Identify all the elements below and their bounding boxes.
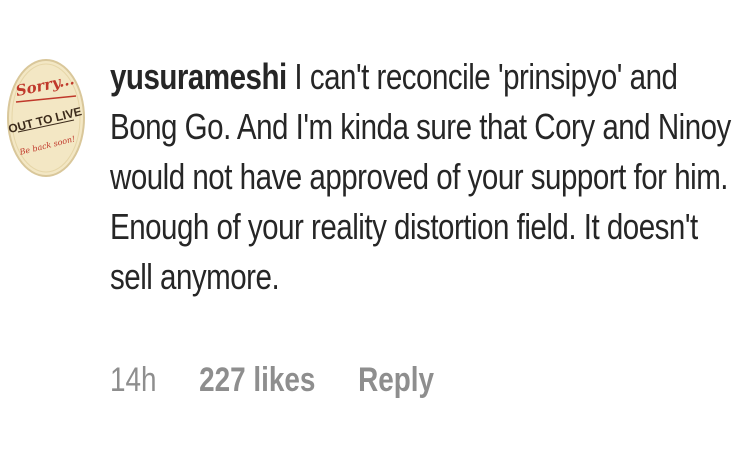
avatar[interactable]: Sorry... OUT TO LIVE Be back soon! (6, 58, 86, 178)
likes-count[interactable]: 227 likes (199, 361, 315, 400)
sorry-out-to-live-badge-icon: Sorry... OUT TO LIVE Be back soon! (7, 59, 85, 177)
username-link[interactable]: yusurameshi (110, 56, 287, 97)
comment-actions: 14h 227 likes Reply (110, 360, 434, 400)
comment: Sorry... OUT TO LIVE Be back soon! yusur… (0, 0, 750, 450)
comment-body: yusurameshi I can't reconcile 'prinsipyo… (110, 52, 741, 302)
reply-button[interactable]: Reply (358, 361, 434, 400)
timestamp[interactable]: 14h (110, 361, 157, 400)
